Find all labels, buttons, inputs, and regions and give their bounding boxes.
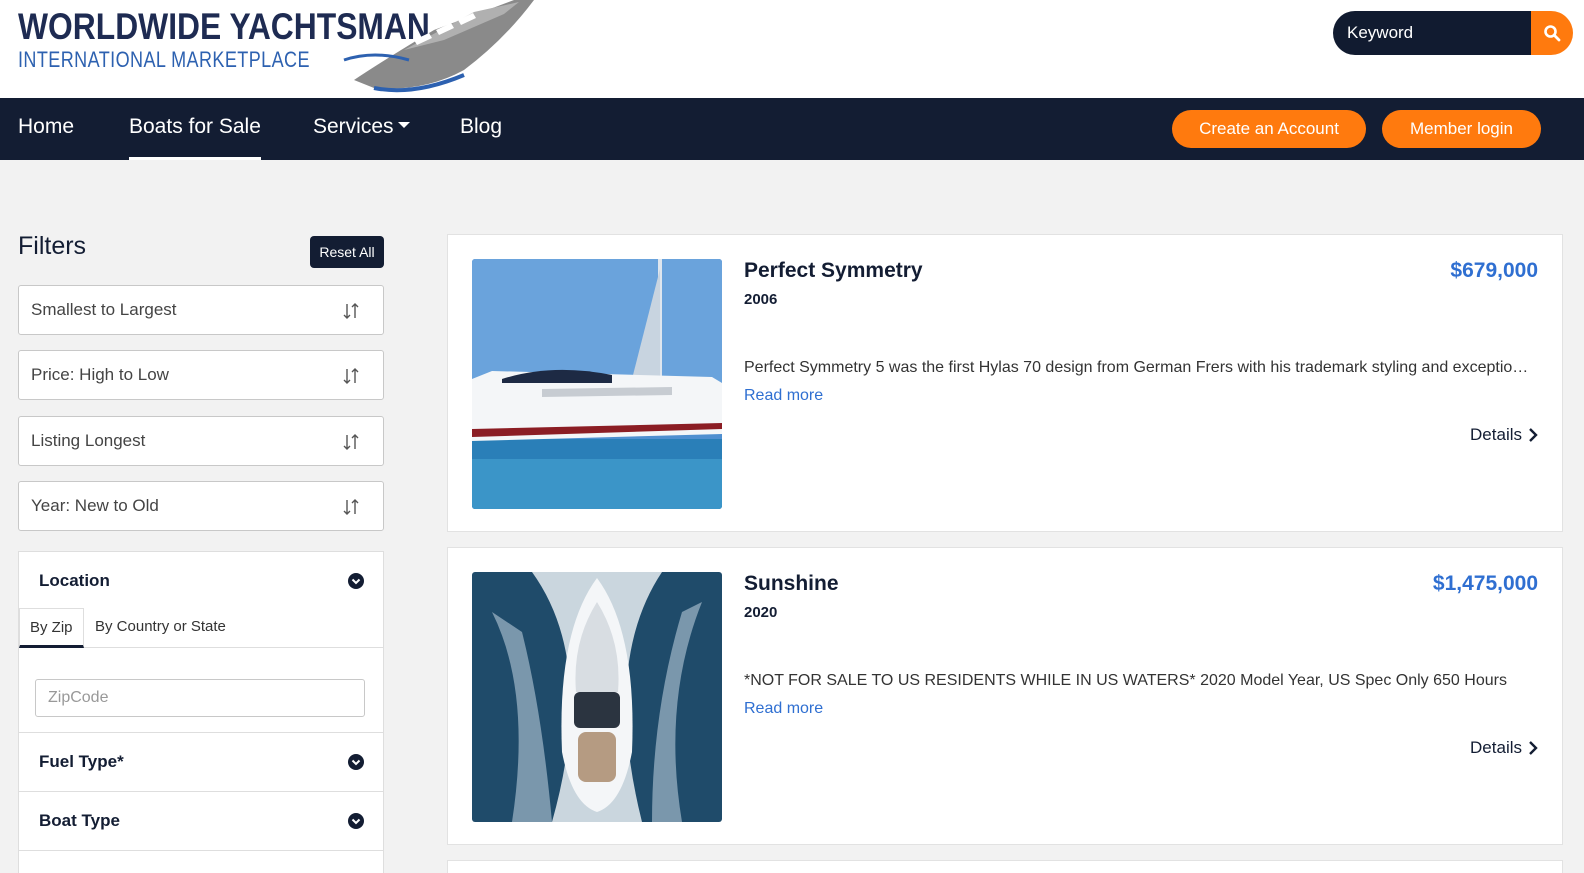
chevron-right-icon bbox=[1529, 427, 1538, 442]
divider bbox=[19, 850, 383, 851]
chevron-down-circle-icon bbox=[348, 754, 364, 770]
sort-arrows-icon bbox=[343, 368, 359, 384]
sort-listing-label: Listing Longest bbox=[31, 431, 146, 450]
chevron-down-circle-icon bbox=[348, 813, 364, 829]
logo-subtitle: INTERNATIONAL MARKETPLACE bbox=[18, 47, 310, 72]
main-nav: Home Boats for Sale Services Blog Create… bbox=[0, 98, 1584, 160]
read-more-link[interactable]: Read more bbox=[744, 700, 823, 718]
sort-listing-select[interactable]: Listing Longest bbox=[18, 416, 384, 466]
sort-arrows-icon bbox=[343, 499, 359, 515]
nav-services[interactable]: Services bbox=[313, 98, 410, 160]
sort-price-label: Price: High to Low bbox=[31, 365, 169, 384]
location-filter-header[interactable]: Location bbox=[19, 552, 383, 610]
yacht-logo-icon bbox=[343, 0, 534, 93]
boat-type-filter-header[interactable]: Boat Type bbox=[19, 792, 383, 850]
fuel-type-filter-header[interactable]: Fuel Type* bbox=[19, 733, 383, 791]
filter-accordion: Location By Zip By Country or State Fuel… bbox=[18, 551, 384, 873]
nav-services-label: Services bbox=[313, 115, 394, 138]
search-icon bbox=[1544, 25, 1561, 42]
listing-price: $679,000 bbox=[1450, 259, 1538, 282]
tab-by-country-or-state[interactable]: By Country or State bbox=[85, 608, 236, 648]
fuel-type-filter-title: Fuel Type* bbox=[39, 752, 124, 771]
site-header: WORLDWIDE YACHTSMAN INTERNATIONAL MARKET… bbox=[0, 0, 1584, 98]
listing-title[interactable]: Sunshine bbox=[744, 572, 839, 596]
search-bar bbox=[1333, 11, 1573, 55]
sort-size-label: Smallest to Largest bbox=[31, 300, 177, 319]
listing-card: Perfect Symmetry 2006 $679,000 Perfect S… bbox=[447, 234, 1563, 532]
sailboat-photo[interactable] bbox=[472, 259, 722, 509]
search-button[interactable] bbox=[1531, 11, 1573, 55]
reset-all-button[interactable]: Reset All bbox=[310, 236, 384, 268]
listing-description: *NOT FOR SALE TO US RESIDENTS WHILE IN U… bbox=[744, 672, 1507, 689]
location-filter-title: Location bbox=[39, 571, 110, 590]
site-logo[interactable]: WORLDWIDE YACHTSMAN INTERNATIONAL MARKET… bbox=[18, 0, 534, 96]
sort-price-select[interactable]: Price: High to Low bbox=[18, 350, 384, 400]
details-link[interactable]: Details bbox=[1470, 738, 1538, 758]
member-login-button[interactable]: Member login bbox=[1382, 110, 1541, 148]
listing-year: 2020 bbox=[744, 604, 778, 621]
details-link[interactable]: Details bbox=[1470, 425, 1538, 445]
read-more-link[interactable]: Read more bbox=[744, 387, 823, 405]
chevron-down-circle-icon bbox=[348, 573, 364, 589]
sort-year-select[interactable]: Year: New to Old bbox=[18, 481, 384, 531]
motor-yacht-photo[interactable] bbox=[472, 572, 722, 822]
chevron-right-icon bbox=[1529, 740, 1538, 755]
nav-blog[interactable]: Blog bbox=[460, 98, 502, 160]
listing-card bbox=[447, 860, 1563, 873]
nav-boats-for-sale[interactable]: Boats for Sale bbox=[129, 98, 261, 160]
caret-down-icon bbox=[397, 122, 410, 129]
details-label: Details bbox=[1470, 738, 1522, 757]
sort-arrows-icon bbox=[343, 303, 359, 319]
listing-description: Perfect Symmetry 5 was the first Hylas 7… bbox=[744, 359, 1534, 376]
sort-arrows-icon bbox=[343, 434, 359, 450]
listing-title[interactable]: Perfect Symmetry bbox=[744, 259, 923, 283]
location-tabs: By Zip By Country or State bbox=[19, 608, 383, 648]
details-label: Details bbox=[1470, 425, 1522, 444]
sort-size-select[interactable]: Smallest to Largest bbox=[18, 285, 384, 335]
zipcode-input[interactable] bbox=[35, 679, 365, 717]
nav-home[interactable]: Home bbox=[18, 98, 74, 160]
create-account-button[interactable]: Create an Account bbox=[1172, 110, 1366, 148]
listing-price: $1,475,000 bbox=[1432, 572, 1538, 595]
search-input[interactable] bbox=[1333, 11, 1533, 55]
listing-year: 2006 bbox=[744, 291, 778, 308]
listing-card: Sunshine 2020 $1,475,000 *NOT FOR SALE T… bbox=[447, 547, 1563, 845]
filters-heading: Filters bbox=[18, 232, 87, 260]
tab-by-zip[interactable]: By Zip bbox=[19, 608, 84, 648]
sort-year-label: Year: New to Old bbox=[31, 496, 159, 515]
boat-type-filter-title: Boat Type bbox=[39, 811, 120, 830]
